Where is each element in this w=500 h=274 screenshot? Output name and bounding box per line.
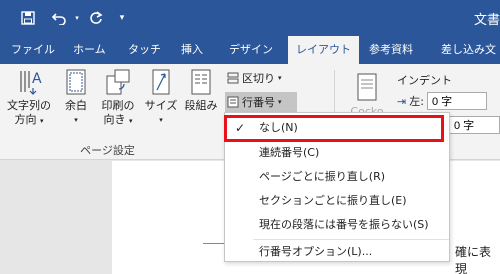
highlight-box [224,115,444,142]
document-title: 文書 [473,13,500,28]
svg-text:A: A [32,71,42,87]
chevron-down-icon: ▾ [128,117,133,125]
menu-item-restart-each-section[interactable]: セクションごとに振り直し(E) [225,190,449,212]
chevron-down-icon: ▾ [159,116,163,124]
ribbon-tabs: ファイル ホーム タッチ 挿入 デザイン レイアウト 参考資料 差し込み文 [0,36,500,64]
tab-home[interactable]: ホーム [73,36,106,64]
orientation-button[interactable]: 印刷の 向き ▾ [97,68,139,128]
line-numbers-icon [227,96,239,108]
menu-item-suppress-current[interactable]: 現在の段落には番号を振らない(S) [225,214,449,236]
indent-left-icon: ⇥ [397,94,407,108]
tab-insert[interactable]: 挿入 [181,36,203,64]
title-bar: ▾ ▾ 文書 [0,0,500,36]
orientation-icon [106,69,130,95]
tab-design[interactable]: デザイン [229,36,273,64]
chevron-down-icon: ▾ [278,74,282,82]
size-icon [152,69,170,95]
document-icon [357,73,377,101]
indent-label: インデント [397,74,452,87]
columns-button[interactable]: 段組み [181,68,221,113]
page-setup-group-label: ページ設定 [80,144,135,157]
size-button[interactable]: サイズ ▾ [143,68,179,127]
menu-item-continuous[interactable]: 連続番号(C) [225,142,449,164]
chevron-down-icon: ▾ [39,117,44,125]
columns-icon [191,69,211,95]
text-direction-button[interactable]: A 文字列の 方向 ▾ [4,68,54,128]
indent-left-row: ⇥ 左: [397,92,487,110]
chevron-down-icon: ▾ [278,98,282,106]
undo-icon[interactable] [48,8,72,28]
tab-layout[interactable]: レイアウト [288,36,359,64]
redo-icon[interactable] [86,8,106,28]
tab-touch[interactable]: タッチ [128,36,161,64]
margins-icon [66,69,86,95]
indent-right-row [449,116,500,134]
breaks-button[interactable]: 区切り ▾ [227,70,282,86]
chevron-down-icon: ▾ [74,116,78,124]
text-direction-icon: A [20,71,42,95]
tab-references[interactable]: 参考資料 [369,36,413,64]
save-icon[interactable] [18,8,38,28]
undo-dropdown-icon[interactable]: ▾ [72,8,82,28]
indent-right-input[interactable] [449,116,500,134]
menu-item-options[interactable]: 行番号オプション(L)... [225,241,449,263]
customize-icon[interactable]: ▾ [116,8,128,28]
breaks-icon [227,72,239,84]
menu-item-restart-each-page[interactable]: ページごとに振り直し(R) [225,166,449,188]
menu-separator [253,239,449,240]
document-text: 確に表現 [455,245,492,274]
indent-left-input[interactable] [426,92,487,110]
tab-file[interactable]: ファイル [11,36,55,64]
tab-mailings[interactable]: 差し込み文 [441,36,496,64]
margins-button[interactable]: 余白 ▾ [59,68,93,127]
line-numbers-button[interactable]: 行番号 ▾ [225,92,297,112]
